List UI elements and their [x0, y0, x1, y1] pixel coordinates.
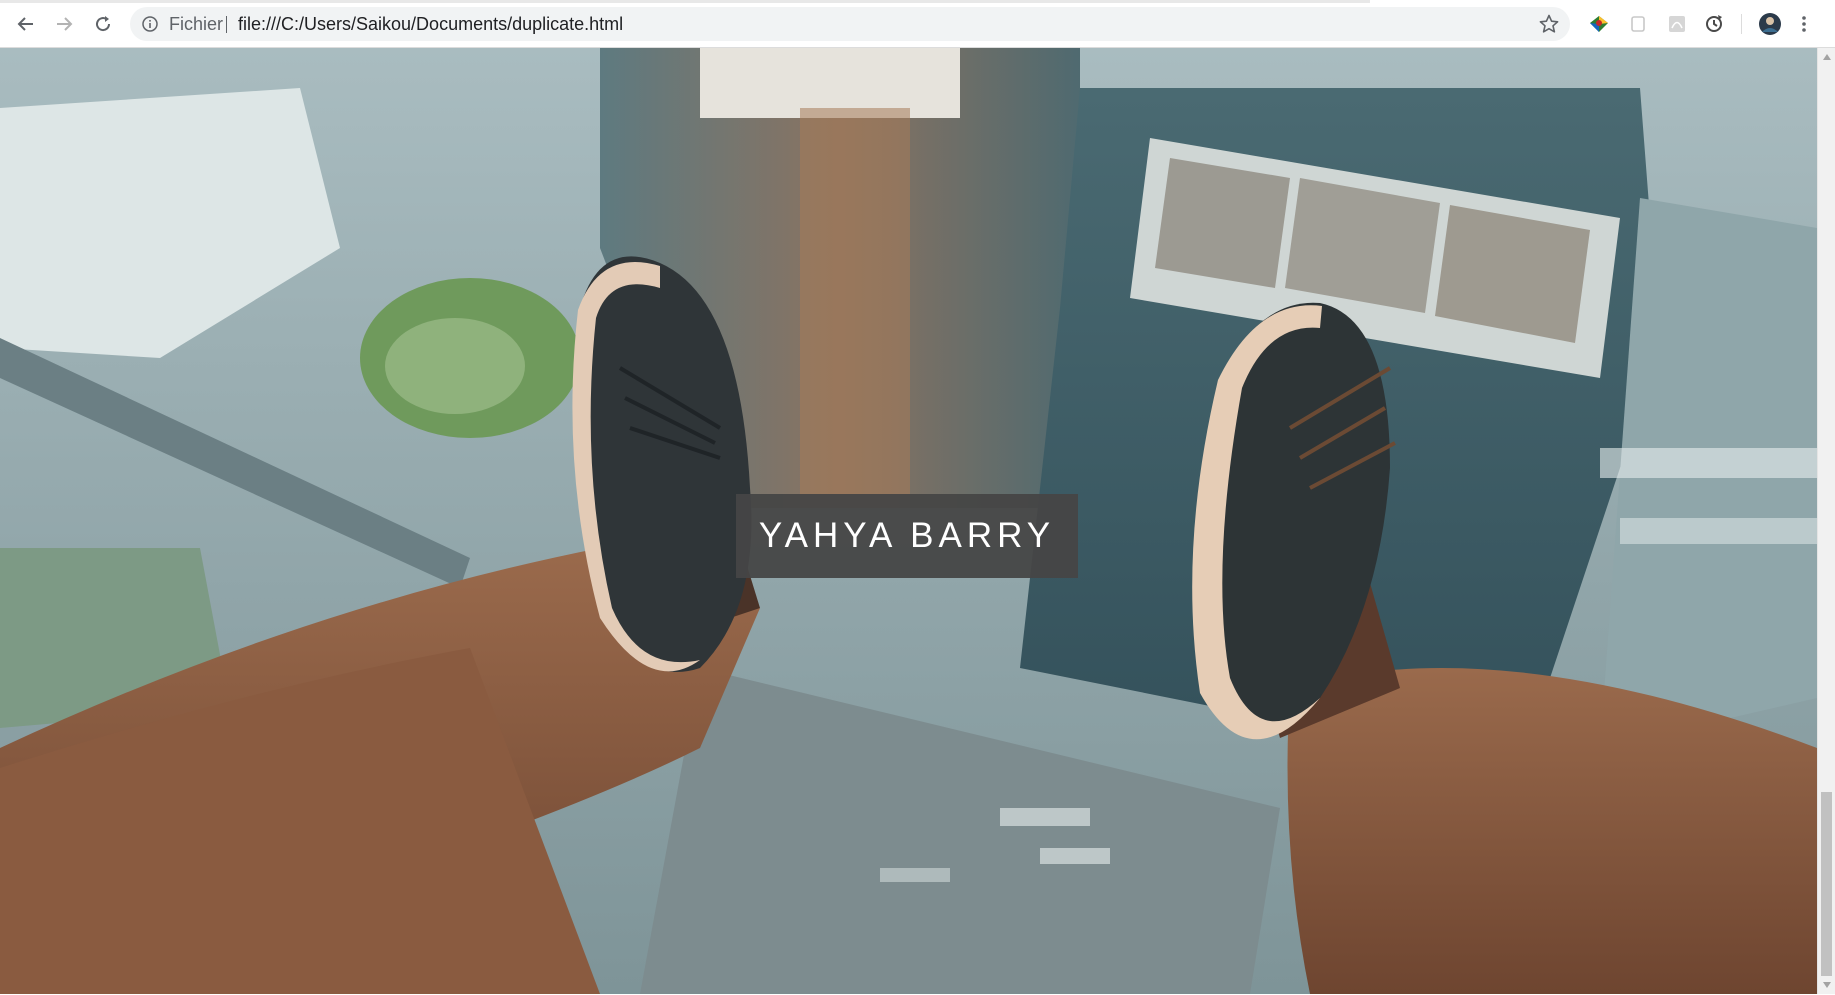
scroll-up-arrow-icon[interactable] [1822, 52, 1832, 62]
pdf-extension-icon[interactable] [1666, 13, 1688, 35]
url-text[interactable]: file:///C:/Users/Saikou/Documents/duplic… [238, 14, 623, 34]
kebab-menu-icon[interactable] [1797, 13, 1811, 35]
reload-icon [96, 16, 111, 32]
tab-strip-edge [0, 0, 1370, 3]
forward-button[interactable] [50, 10, 78, 38]
info-icon[interactable] [142, 16, 158, 32]
arrow-left-icon [17, 17, 33, 31]
hero-title-box: YAHYA BARRY [736, 494, 1078, 578]
square-extension-icon[interactable] [1627, 13, 1649, 35]
scrollbar-thumb[interactable] [1821, 792, 1832, 976]
toolbar-divider [1741, 14, 1742, 34]
back-button[interactable] [12, 10, 40, 38]
star-icon[interactable] [1538, 13, 1560, 35]
scheme-separator [226, 16, 227, 33]
sync-extension-icon[interactable] [1703, 13, 1725, 35]
globe-extension-icon[interactable] [1588, 13, 1610, 35]
browser-toolbar: Fichier file:///C:/Users/Saikou/Document… [0, 0, 1835, 48]
scheme-label: Fichier [169, 14, 224, 34]
address-bar[interactable]: Fichier file:///C:/Users/Saikou/Document… [130, 7, 1570, 41]
reload-button[interactable] [89, 10, 117, 38]
scroll-down-arrow-icon[interactable] [1822, 980, 1832, 990]
page-viewport: YAHYA BARRY [0, 48, 1817, 994]
page-scrollbar[interactable] [1817, 48, 1835, 994]
hero-title: YAHYA BARRY [758, 516, 1056, 555]
avatar-icon[interactable] [1758, 12, 1782, 36]
arrow-right-icon [57, 17, 73, 31]
